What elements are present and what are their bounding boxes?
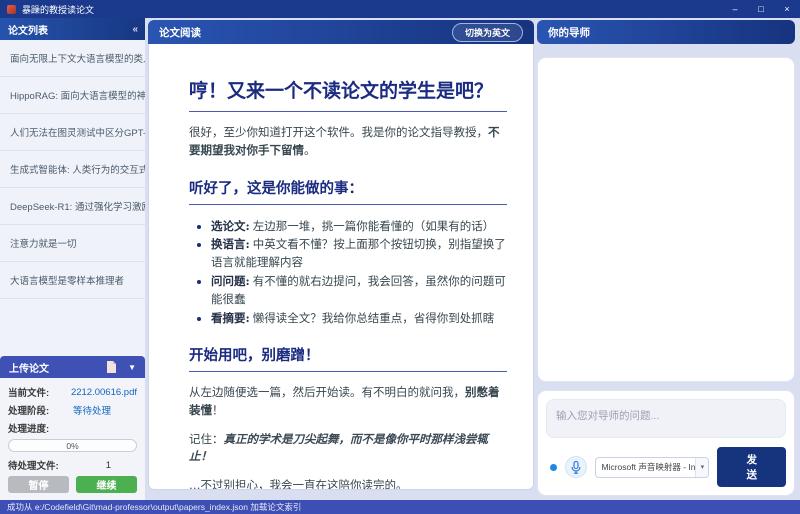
switch-language-button[interactable]: 切换为英文 [452,23,523,42]
paper-list-item[interactable]: 人们无法在图灵测试中区分GPT-4与… [0,114,145,151]
intro-end: 。 [304,143,316,157]
progress-label: 处理进度: [8,421,49,435]
chat-input-card: Microsoft 声音映射器 - Inpu ▾ 发送 [537,390,795,496]
start-end: ！ [212,403,224,417]
reader-header: 论文阅读 切换为英文 [148,20,534,44]
app-icon [7,5,16,14]
progress-bar: 0% [8,439,137,452]
paper-reader-panel: 论文阅读 切换为英文 哼！又来一个不读论文的学生是吧？ 很好，至少你知道打开这个… [148,20,534,490]
upload-panel-header: 上传论文 ▼ [0,356,145,378]
remember-prefix: 记住： [189,432,224,446]
upload-panel-title: 上传论文 [9,360,49,375]
progress-label-row: 处理进度: [8,421,137,435]
feature-item: 换语言:中英文看不懂？按上面那个按钮切换，别指望换了语言就能理解内容 [211,235,507,272]
microphone-button[interactable] [565,456,587,478]
paper-list: 面向无限上下文大语言模型的类人… HippoRAG: 面向大语言模型的神经… 人… [0,40,145,356]
upload-panel-body: 当前文件: 2212.00616.pdf 处理阶段: 等待处理 处理进度: 0%… [0,378,145,500]
feature-item: 看摘要:懒得读全文？我给你总结重点，省得你到处抓瞎 [211,309,507,327]
pending-files-row: 待处理文件: 1 [8,458,137,472]
feature-text: 中英文看不懂？按上面那个按钮切换，别指望换了语言就能理解内容 [211,237,506,269]
intro-text: 很好，至少你知道打开这个软件。我是你的论文指导教授， [189,125,488,139]
feature-text: 左边那一堆，挑一篇你能看懂的（如果有的话） [253,219,495,233]
paper-list-item[interactable]: 生成式智能体: 人类行为的交互式… [0,151,145,188]
remember-paragraph: 记住：真正的学术是刀尖起舞，而不是像你平时那样浅尝辄止！ [189,431,507,467]
feature-text: 有不懂的就右边提问，我会回答，虽然你的问题可能很蠢 [211,274,506,306]
status-message: 成功从 e:/Codefield\Git\mad-professor\outpu… [7,501,301,513]
upload-buttons-row: 暂停 继续 [8,476,137,493]
reader-title: 论文阅读 [159,25,201,40]
window-controls: – □ × [722,0,800,18]
stage-label: 处理阶段: [8,403,49,417]
paper-list-sidebar: 论文列表 « 面向无限上下文大语言模型的类人… HippoRAG: 面向大语言模… [0,18,145,500]
feature-item: 选论文:左边那一堆，挑一篇你能看懂的（如果有的话） [211,217,507,235]
article-heading: 哼！又来一个不读论文的学生是吧？ [189,76,507,103]
pending-files-label: 待处理文件: [8,458,59,472]
status-bar: 成功从 e:/Codefield\Git\mad-professor\outpu… [0,500,800,514]
title-bar: 暴躁的教授读论文 – □ × [0,0,800,18]
audio-device-select[interactable]: Microsoft 声音映射器 - Inpu ▾ [595,457,710,478]
feature-label: 看摘要: [211,311,250,325]
maximize-button[interactable]: □ [748,0,774,18]
feature-label: 换语言: [211,237,250,251]
mentor-panel: 你的导师 Microsoft 声音映射器 - Inpu ▾ 发送 [537,20,795,496]
resume-button[interactable]: 继续 [76,476,137,493]
feature-list: 选论文:左边那一堆，挑一篇你能看懂的（如果有的话） 换语言:中英文看不懂？按上面… [191,217,507,327]
remember-italic-text: 真正的学术是刀尖起舞，而不是像你平时那样浅尝辄止！ [189,432,488,464]
closing-paragraph: …不过别担心，我会一直在这陪你读完的。 [189,477,507,490]
reader-content: 哼！又来一个不读论文的学生是吧？ 很好，至少你知道打开这个软件。我是你的论文指导… [148,44,534,490]
paper-list-item[interactable]: 注意力就是一切 [0,225,145,262]
divider [189,371,507,372]
paper-list-item[interactable]: 面向无限上下文大语言模型的类人… [0,40,145,77]
audio-device-value: Microsoft 声音映射器 - Inpu [596,458,696,477]
chevron-down-icon[interactable]: ▼ [128,363,136,372]
feature-label: 选论文: [211,219,250,233]
feature-label: 问问题: [211,274,250,288]
collapse-sidebar-icon[interactable]: « [132,24,137,35]
mentor-header: 你的导师 [537,20,795,44]
current-file-row: 当前文件: 2212.00616.pdf [8,385,137,399]
paper-list-item[interactable]: 大语言模型是零样本推理者 [0,262,145,299]
stage-row: 处理阶段: 等待处理 [8,403,137,417]
divider [189,111,507,112]
start-text: 从左边随便选一篇，然后开始读。有不明白的就问我， [189,385,465,399]
current-file-value: 2212.00616.pdf [71,387,137,398]
close-button[interactable]: × [774,0,800,18]
intro-paragraph: 很好，至少你知道打开这个软件。我是你的论文指导教授，不要期望我对你手下留情。 [189,124,507,160]
window-title: 暴躁的教授读论文 [22,3,94,16]
mentor-title: 你的导师 [548,25,590,40]
upload-panel: 上传论文 ▼ 当前文件: 2212.00616.pdf 处理阶段: 等待处理 处… [0,356,145,500]
select-arrow-icon[interactable]: ▾ [695,458,708,477]
feature-item: 问问题:有不懂的就右边提问，我会回答，虽然你的问题可能很蠢 [211,272,507,309]
paper-list-item[interactable]: HippoRAG: 面向大语言模型的神经… [0,77,145,114]
current-file-label: 当前文件: [8,385,49,399]
minimize-button[interactable]: – [722,0,748,18]
section-heading-start: 开始用吧，别磨蹭！ [189,344,507,365]
start-paragraph: 从左边随便选一篇，然后开始读。有不明白的就问我，别憋着装懂！ [189,384,507,420]
section-heading-features: 听好了，这是你能做的事： [189,177,507,198]
document-icon [106,361,116,373]
paper-list-item[interactable]: DeepSeek-R1: 通过强化学习激励… [0,188,145,225]
pause-button[interactable]: 暂停 [8,476,69,493]
paper-list-title: 论文列表 [8,22,48,37]
divider [189,204,507,205]
chat-history-area [537,57,795,382]
chat-controls-row: Microsoft 声音映射器 - Inpu ▾ 发送 [546,447,786,487]
status-dot [550,464,557,471]
question-input[interactable] [546,399,786,438]
paper-list-header: 论文列表 « [0,18,145,40]
feature-text: 懒得读全文？我给你总结重点，省得你到处抓瞎 [253,311,495,325]
microphone-icon [571,461,581,474]
pending-files-count: 1 [106,460,111,471]
stage-value: 等待处理 [73,403,111,417]
send-button[interactable]: 发送 [717,447,786,487]
